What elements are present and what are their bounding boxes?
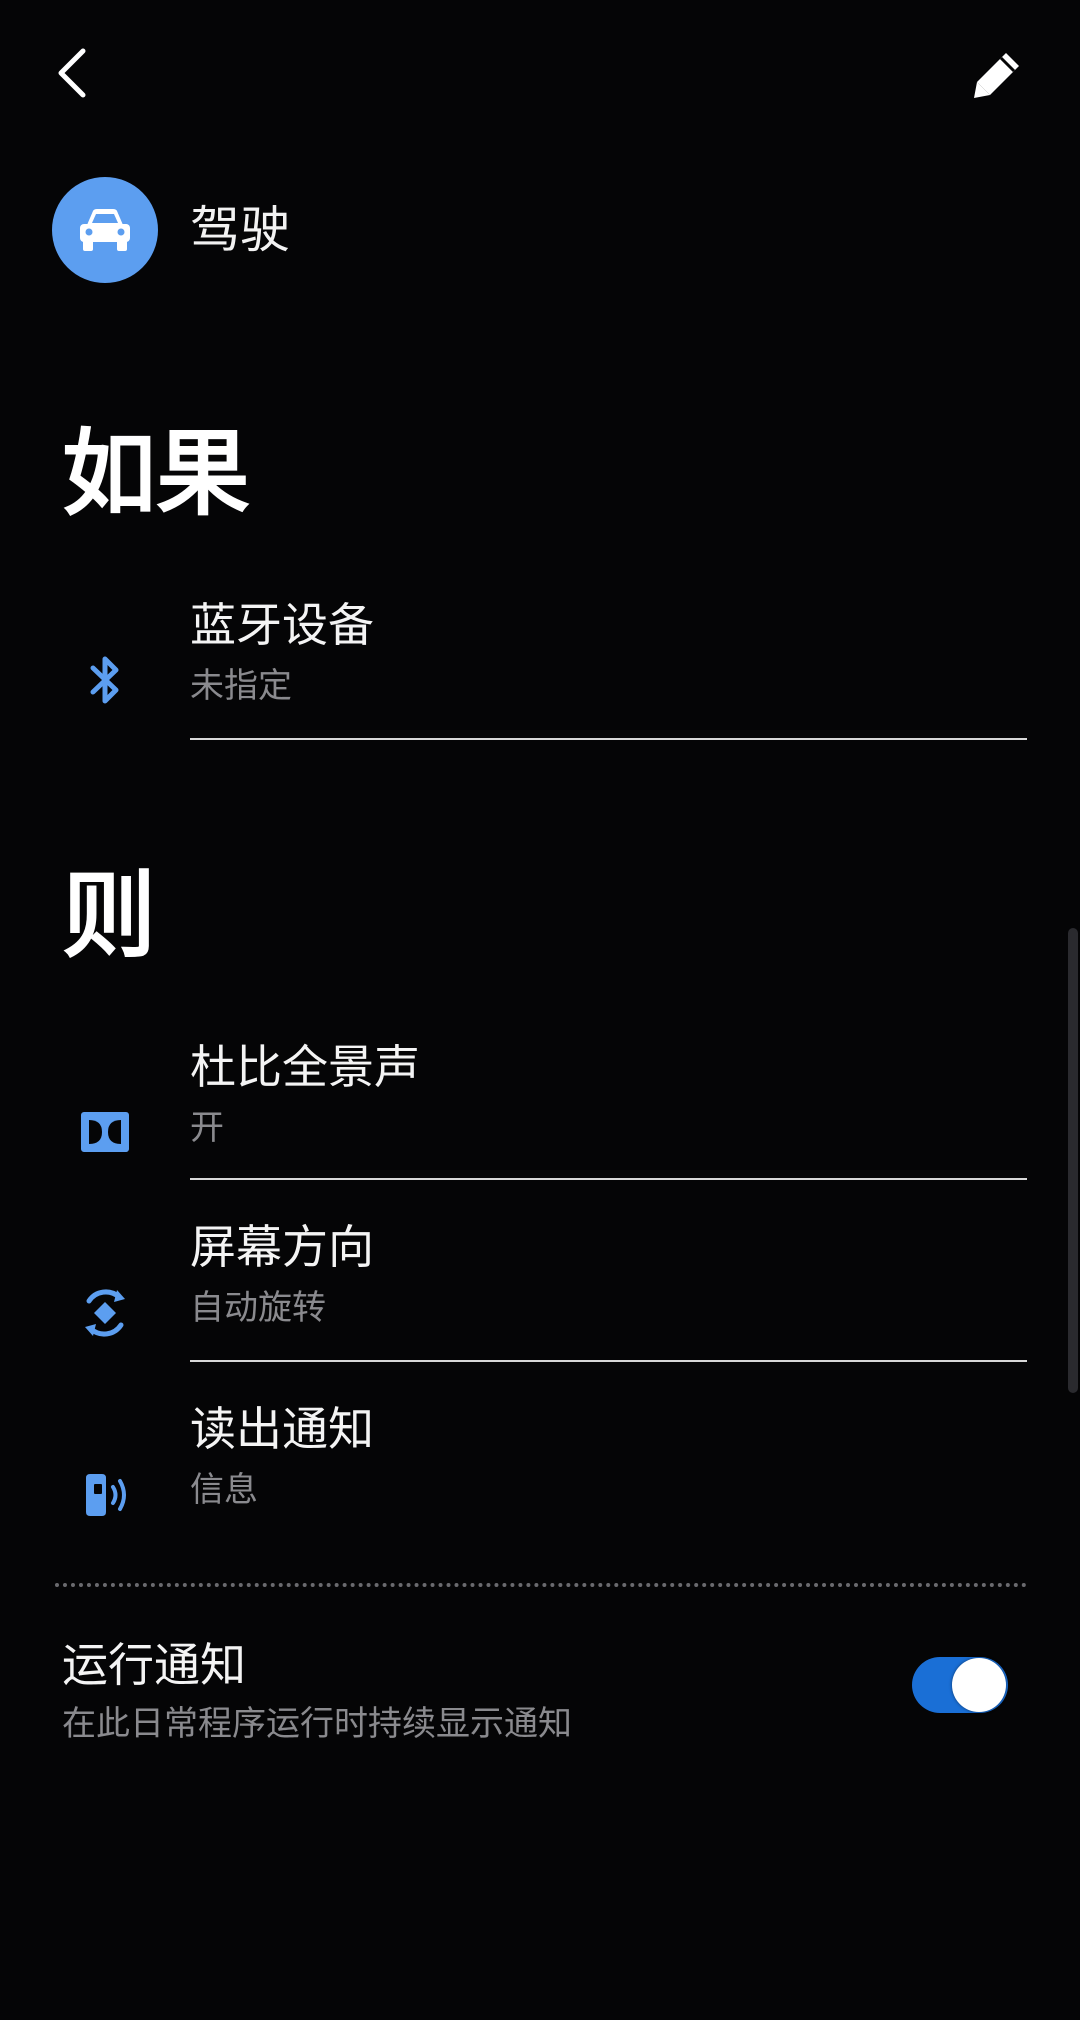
running-notification-title: 运行通知 [62,1638,246,1692]
bluetooth-icon [60,635,150,725]
edit-button[interactable] [962,40,1032,110]
scrollbar[interactable] [1068,928,1078,1393]
routine-icon [52,177,158,283]
condition-title: 蓝牙设备 [190,598,374,652]
screen-rotation-icon [60,1268,150,1358]
divider [190,738,1027,740]
action-title: 杜比全景声 [190,1040,420,1094]
action-subtitle: 信息 [190,1470,258,1510]
action-screen-orientation[interactable]: 屏幕方向 自动旋转 [0,1206,1080,1366]
action-dolby-atmos[interactable]: 杜比全景声 开 [0,1022,1080,1182]
car-icon [80,209,130,251]
routine-name[interactable]: 驾驶 [190,198,290,262]
divider [190,1178,1027,1180]
action-subtitle: 开 [190,1108,224,1148]
if-section-title: 如果 [62,420,251,529]
divider [190,1360,1027,1362]
toggle-knob [952,1658,1006,1712]
dolby-icon [60,1087,150,1177]
section-separator [55,1583,1027,1587]
running-notification-toggle[interactable] [912,1657,1008,1713]
read-aloud-icon [62,1450,152,1540]
chevron-left-icon [58,48,86,98]
action-title: 读出通知 [190,1402,374,1456]
condition-bluetooth[interactable]: 蓝牙设备 未指定 [0,580,1080,740]
action-title: 屏幕方向 [190,1220,374,1274]
condition-subtitle: 未指定 [190,666,292,706]
back-button[interactable] [40,40,106,106]
running-notification-subtitle: 在此日常程序运行时持续显示通知 [62,1704,572,1744]
then-section-title: 则 [62,862,157,971]
pencil-icon [974,53,1019,98]
action-subtitle: 自动旋转 [190,1288,326,1328]
action-read-notifications[interactable]: 读出通知 信息 [0,1390,1080,1550]
